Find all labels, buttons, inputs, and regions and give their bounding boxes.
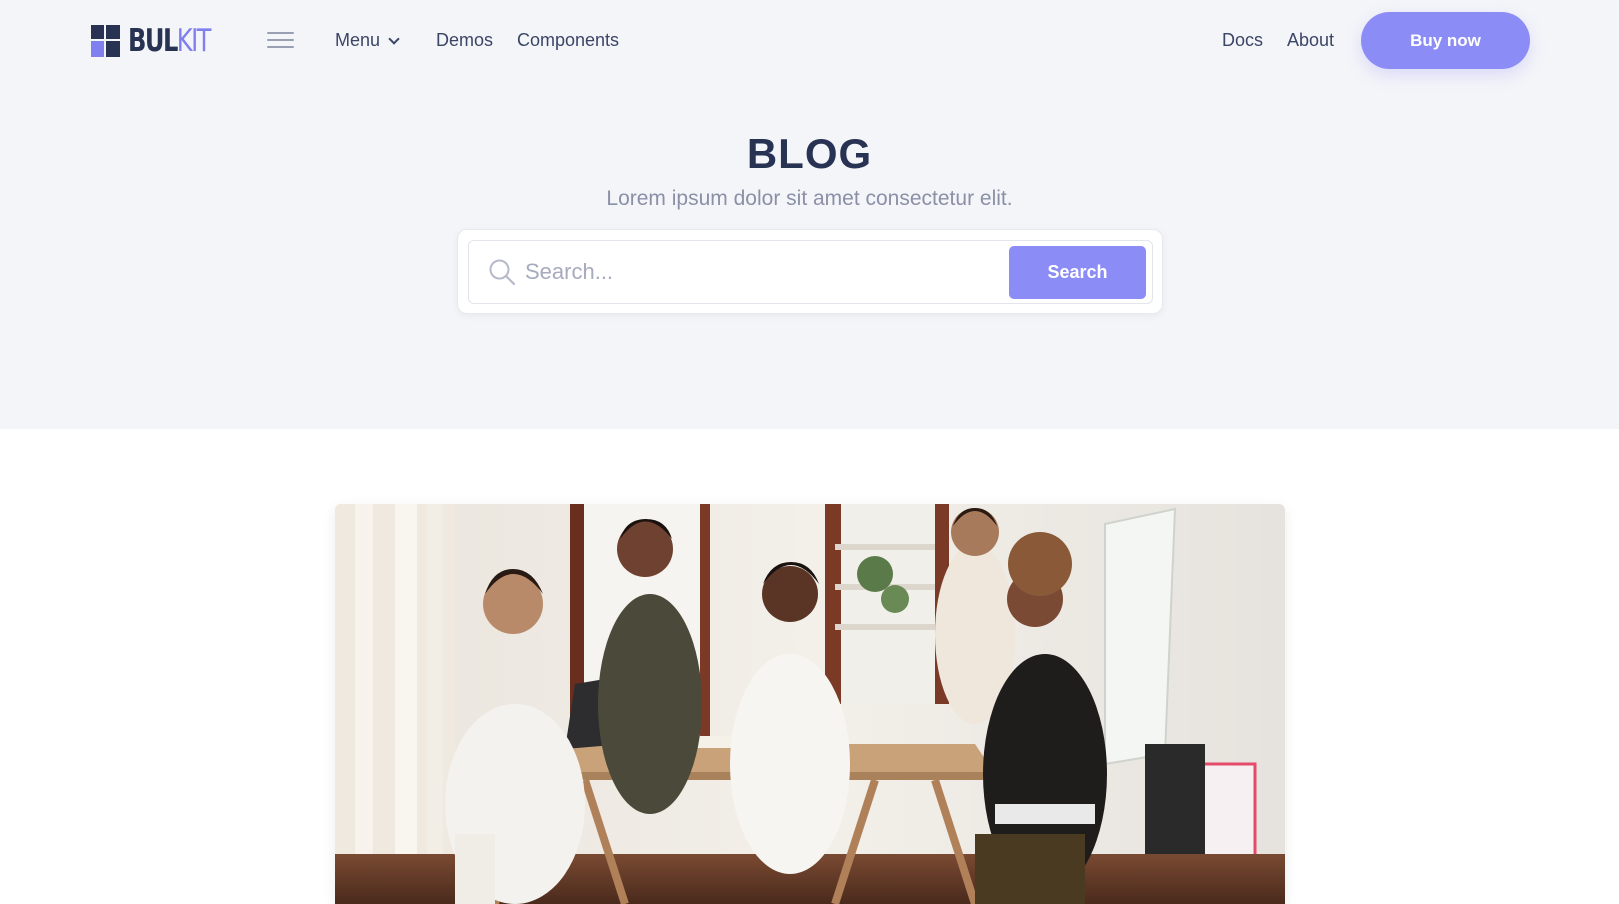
nav-link-about[interactable]: About bbox=[1287, 28, 1334, 52]
search-button[interactable]: Search bbox=[1009, 246, 1146, 299]
nav-menu-dropdown[interactable]: Menu bbox=[335, 28, 400, 52]
featured-photo bbox=[335, 504, 1285, 904]
nav-link-docs[interactable]: Docs bbox=[1222, 28, 1263, 52]
logo-mark-icon bbox=[91, 25, 120, 57]
logo-text: BULKIT bbox=[128, 23, 211, 59]
nav-link-demos[interactable]: Demos bbox=[436, 28, 493, 52]
search-field[interactable]: Search bbox=[468, 240, 1153, 304]
navbar: BULKIT Menu Demos Components Docs About … bbox=[0, 0, 1619, 80]
hamburger-menu-icon[interactable] bbox=[267, 30, 294, 50]
page-title: BLOG bbox=[746, 130, 873, 177]
nav-menu-label: Menu bbox=[335, 30, 381, 50]
search-input[interactable] bbox=[525, 249, 975, 295]
search-card: Search bbox=[457, 229, 1163, 314]
chevron-down-icon bbox=[388, 33, 400, 45]
featured-post-image[interactable] bbox=[335, 504, 1285, 904]
brand-logo[interactable]: BULKIT bbox=[91, 24, 233, 58]
page-subtitle: Lorem ipsum dolor sit amet consectetur e… bbox=[606, 187, 1013, 210]
buy-now-button[interactable]: Buy now bbox=[1361, 12, 1530, 69]
nav-link-components[interactable]: Components bbox=[517, 28, 619, 52]
search-icon bbox=[489, 259, 516, 286]
